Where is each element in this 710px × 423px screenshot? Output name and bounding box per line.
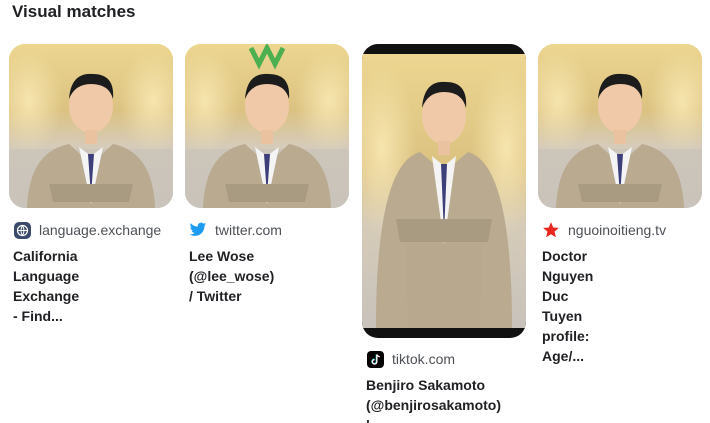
- result-source-domain: twitter.com: [215, 222, 282, 238]
- result-title-link[interactable]: Lee Wose (@lee_wose) / Twitter: [189, 246, 274, 306]
- result-source-link[interactable]: twitter.com: [189, 221, 282, 239]
- tiktok-icon: [366, 350, 384, 368]
- result-source-domain: nguoinoitieng.tv: [568, 222, 667, 238]
- result-source-link[interactable]: tiktok.com: [366, 350, 455, 368]
- result-source-link[interactable]: nguoinoitieng.tv: [542, 221, 666, 239]
- result-title-link[interactable]: California Language Exchange - Find...: [13, 246, 79, 326]
- result-source-domain: language.exchange: [39, 222, 162, 238]
- result-title-line: Benjiro Sakamoto: [366, 377, 486, 393]
- result-source-link[interactable]: language.exchange: [13, 221, 161, 239]
- result-thumbnail[interactable]: [362, 44, 526, 338]
- twitter-bird-icon: [189, 221, 207, 239]
- section-heading: Visual matches: [12, 2, 136, 21]
- man-in-suit-image: [538, 73, 702, 208]
- result-title-line: Doctor Nguyen Duc: [542, 248, 594, 304]
- result-title-link[interactable]: Benjiro Sakamoto (@benjirosakamoto) |...: [366, 375, 501, 423]
- globe-icon: [13, 221, 31, 239]
- result-title-line: Exchange - Find...: [13, 288, 80, 324]
- result-title-line: Tuyen profile: Age/...: [542, 308, 590, 364]
- red-star-icon: [542, 221, 560, 239]
- result-title-line: / Twitter: [189, 288, 242, 304]
- result-thumbnail[interactable]: [538, 44, 702, 208]
- result-thumbnail[interactable]: [9, 44, 173, 208]
- result-title-line: Lee Wose (@lee_wose): [189, 248, 275, 284]
- man-in-suit-image: [9, 73, 173, 208]
- result-title-link[interactable]: Doctor Nguyen Duc Tuyen profile: Age/...: [542, 246, 593, 366]
- result-title-line: (@benjirosakamoto) |...: [366, 397, 502, 423]
- man-in-suit-image: [185, 44, 349, 208]
- result-thumbnail[interactable]: [185, 44, 349, 208]
- result-title-line: California Language: [13, 248, 80, 284]
- result-source-domain: tiktok.com: [392, 351, 456, 367]
- man-in-suit-image: [376, 81, 512, 328]
